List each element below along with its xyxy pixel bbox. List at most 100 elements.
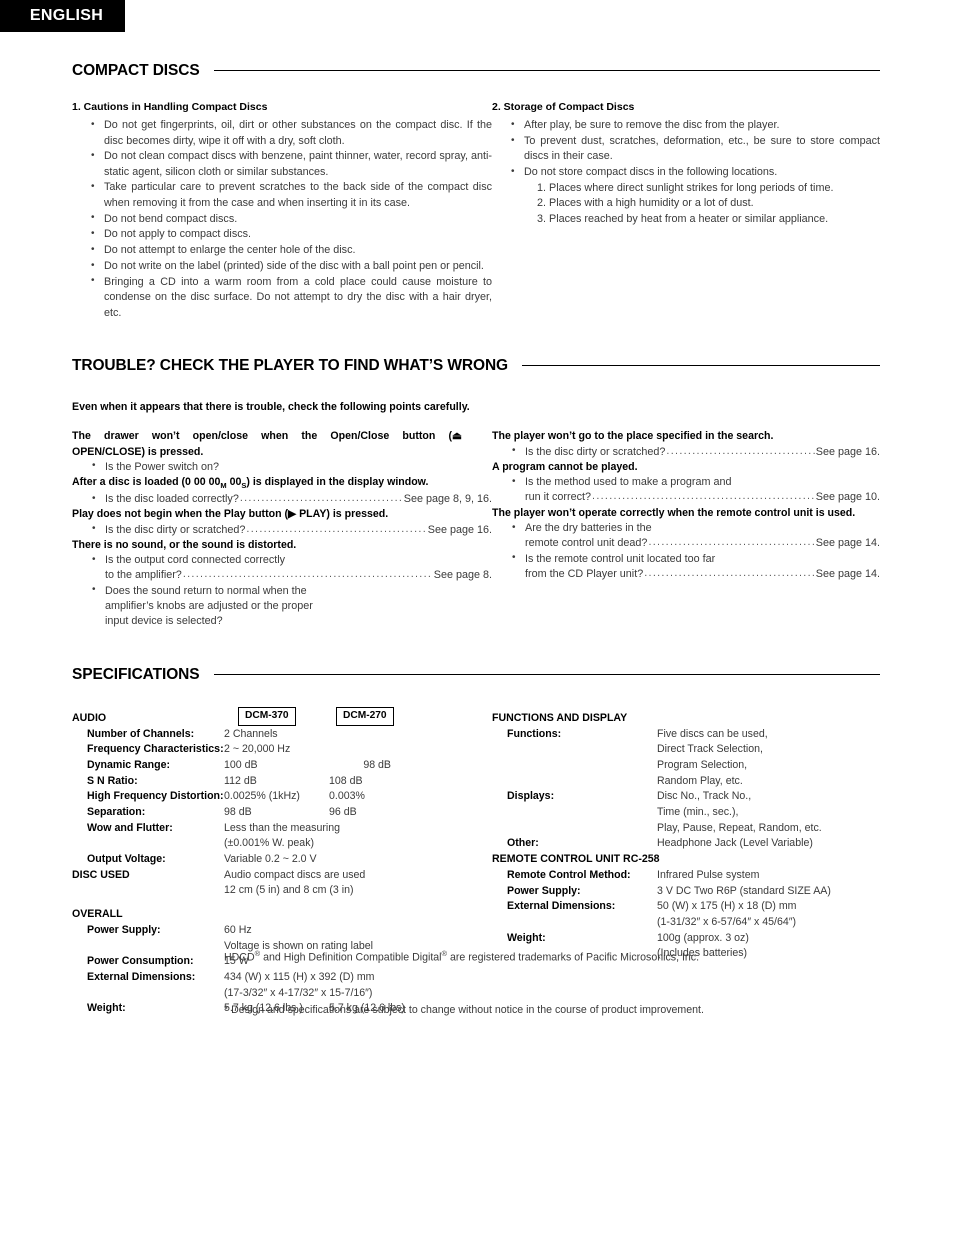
spec-value-1: 112 dB — [224, 774, 257, 787]
trademark-line: HDCD® and High Definition Compatible Dig… — [224, 948, 924, 966]
spec-value-1: 60 Hz — [224, 923, 252, 936]
spec-label-displays: Displays: — [507, 790, 555, 803]
spec-label: Weight: — [87, 1002, 126, 1015]
page-reference: See page 14. — [815, 537, 880, 550]
spec-label: Dynamic Range: — [87, 759, 171, 772]
spec-continuation: Time (min., sec.), — [492, 805, 880, 821]
compact-discs-right-column: 2. Storage of Compact Discs After play, … — [492, 100, 880, 321]
trouble-intro: Even when it appears that there is troub… — [72, 401, 470, 414]
section-heading-specifications: SPECIFICATIONS — [72, 666, 880, 684]
cautions-heading: 1. Cautions in Handling Compact Discs — [72, 101, 268, 113]
leader-dots: ........................................… — [666, 444, 815, 457]
spec-label: Remote Control Method: — [507, 868, 631, 881]
list-item: 3. Places reached by heat from a heater … — [537, 212, 829, 225]
heading-rule — [213, 673, 880, 675]
spec-label: Weight: — [507, 931, 546, 944]
list-item: Is the method used to make a program and… — [512, 475, 880, 506]
page-title-compact-discs: COMPACT DISCS — [72, 62, 200, 79]
spec-row: S N Ratio: 112 dB 108 dB — [72, 774, 492, 790]
spec-continuation: Program Selection, — [492, 758, 880, 774]
page-reference: See page 8. — [433, 569, 492, 582]
page-reference: See page 16. — [815, 445, 880, 458]
spec-continuation: Direct Track Selection, — [492, 742, 880, 758]
spec-value-1: 100 dB — [224, 759, 258, 772]
spec-group-remote: REMOTE CONTROL UNIT RC-258 — [492, 853, 660, 866]
specifications-columns: DCM-370 DCM-270 AUDIO Number of Channels… — [72, 706, 880, 1017]
spec-value-1: 98 dB — [224, 806, 252, 819]
spec-value-cont: (1-31/32″ x 6-57/64″ x 45/64″) — [657, 915, 797, 928]
spec-value-1: Disc No., Track No., — [657, 790, 752, 803]
trouble-answer-list: Is the Power switch on? — [72, 459, 492, 475]
spec-value-1: 3 V DC Two R6P (standard SIZE AA) — [657, 884, 831, 897]
list-item: Is the output cord connected correctly t… — [92, 553, 492, 584]
list-item: Is the disc dirty or scratched? ........… — [512, 444, 880, 460]
trouble-question-cont: OPEN/CLOSE) is pressed. — [72, 445, 204, 458]
trouble-answer-list: Is the method used to make a program and… — [492, 475, 880, 506]
heading-rule — [213, 70, 880, 71]
spec-label: Number of Channels: — [87, 727, 195, 740]
spec-value-1: 50 (W) x 175 (H) x 18 (D) mm — [657, 900, 797, 913]
leader-dots: ........................................… — [246, 522, 427, 535]
spec-value-2: 108 dB — [329, 774, 363, 787]
answer-text: Are the dry batteries in the — [525, 522, 652, 534]
section-heading-trouble: TROUBLE? CHECK THE PLAYER TO FIND WHAT’S… — [72, 357, 880, 375]
answer-text: 00 — [226, 476, 242, 489]
spec-value-1: 0.0025% (1kHz) — [224, 790, 300, 803]
spec-label: Power Consumption: — [87, 955, 194, 968]
model-badge-dcm-370: DCM-370 — [238, 706, 296, 726]
list-item: Do not attempt to enlarge the center hol… — [91, 243, 492, 258]
spec-row: Separation: 98 dB 96 dB — [72, 805, 492, 821]
trouble-answer-list: Are the dry batteries in the remote cont… — [492, 521, 880, 582]
trouble-right-column: The player won’t go to the place specifi… — [492, 429, 880, 630]
answer-text: Is the disc dirty or scratched? — [525, 445, 666, 458]
list-item: Is the Power switch on? — [92, 459, 492, 475]
list-item: Do not write on the label (printed) side… — [91, 259, 492, 274]
list-item: Do not store compact discs in the follow… — [511, 165, 880, 180]
answer-text: amplifier’s knobs are adjusted or the pr… — [105, 600, 313, 613]
list-item: Is the remote control unit located too f… — [512, 551, 880, 583]
trouble-question: Play does not begin when the Play button… — [72, 508, 389, 521]
leader-dots: ........................................… — [239, 492, 403, 504]
footer-trademark: HDCD® and High Definition Compatible Dig… — [224, 948, 924, 966]
spec-row: Displays: Disc No., Track No., — [492, 789, 880, 805]
specifications-left-column: DCM-370 DCM-270 AUDIO Number of Channels… — [72, 706, 492, 1017]
page-reference: See page 10. — [815, 491, 880, 504]
spec-row: Functions: Five discs can be used, — [492, 727, 880, 743]
answer-text: input device is selected? — [105, 615, 223, 628]
page-reference: See page 14. — [815, 567, 880, 580]
spec-row: External Dimensions: 50 (W) x 175 (H) x … — [492, 899, 880, 915]
spec-value-1: Headphone Jack (Level Variable) — [657, 837, 813, 850]
spec-row: Weight: 100g (approx. 3 oz) — [492, 931, 880, 947]
spec-value-1: Five discs can be used, — [657, 727, 768, 740]
list-item: Do not clean compact discs with benzene,… — [91, 149, 492, 180]
spec-label: Output Voltage: — [87, 853, 166, 866]
spec-value-1: Variable 0.2 ~ 2.0 V — [224, 853, 317, 866]
page-reference: See page 8, 9, 16. — [403, 493, 492, 505]
list-item: Is the disc dirty or scratched? ........… — [92, 522, 492, 538]
spec-label: Wow and Flutter: — [87, 821, 173, 834]
trouble-answer-list: Is the disc loaded correctly? ..........… — [72, 491, 492, 507]
spec-value-cont: Program Selection, — [657, 759, 748, 772]
spec-value-cont: Random Play, etc. — [657, 774, 743, 787]
spec-value-cont: (±0.001% W. peak) — [224, 837, 315, 850]
answer-text: Is the Power switch on? — [105, 460, 220, 473]
spec-row: Dynamic Range: 100 dB 98 dB — [72, 758, 492, 774]
answer-text: run it correct? — [525, 491, 592, 504]
spec-value-1: 2 ~ 20,000 Hz — [224, 743, 291, 756]
leader-dots: ........................................… — [592, 490, 815, 503]
list-item: To prevent dust, scratches, deformation,… — [511, 134, 880, 165]
spec-value-1: Infrared Pulse system — [657, 868, 760, 881]
spec-value-2: 98 dB — [363, 759, 391, 772]
model-badge-dcm-270: DCM-270 — [336, 706, 394, 726]
spec-value-cont: Direct Track Selection, — [657, 743, 763, 756]
spec-value-1: Audio compact discs are used — [224, 868, 366, 881]
answer-text: Is the disc loaded correctly? — [105, 493, 239, 505]
spec-group-functions-display: FUNCTIONS AND DISPLAY — [492, 711, 628, 724]
spec-continuation: Random Play, etc. — [492, 774, 880, 790]
spec-row: Output Voltage: Variable 0.2 ~ 2.0 V — [72, 852, 492, 868]
answer-text: Is the disc dirty or scratched? — [105, 523, 246, 536]
spec-value-cont: 12 cm (5 in) and 8 cm (3 in) — [224, 884, 354, 897]
spec-label-other: Other: — [507, 837, 539, 850]
list-item: Do not bend compact discs. — [91, 211, 492, 227]
heading-rule — [522, 365, 880, 367]
